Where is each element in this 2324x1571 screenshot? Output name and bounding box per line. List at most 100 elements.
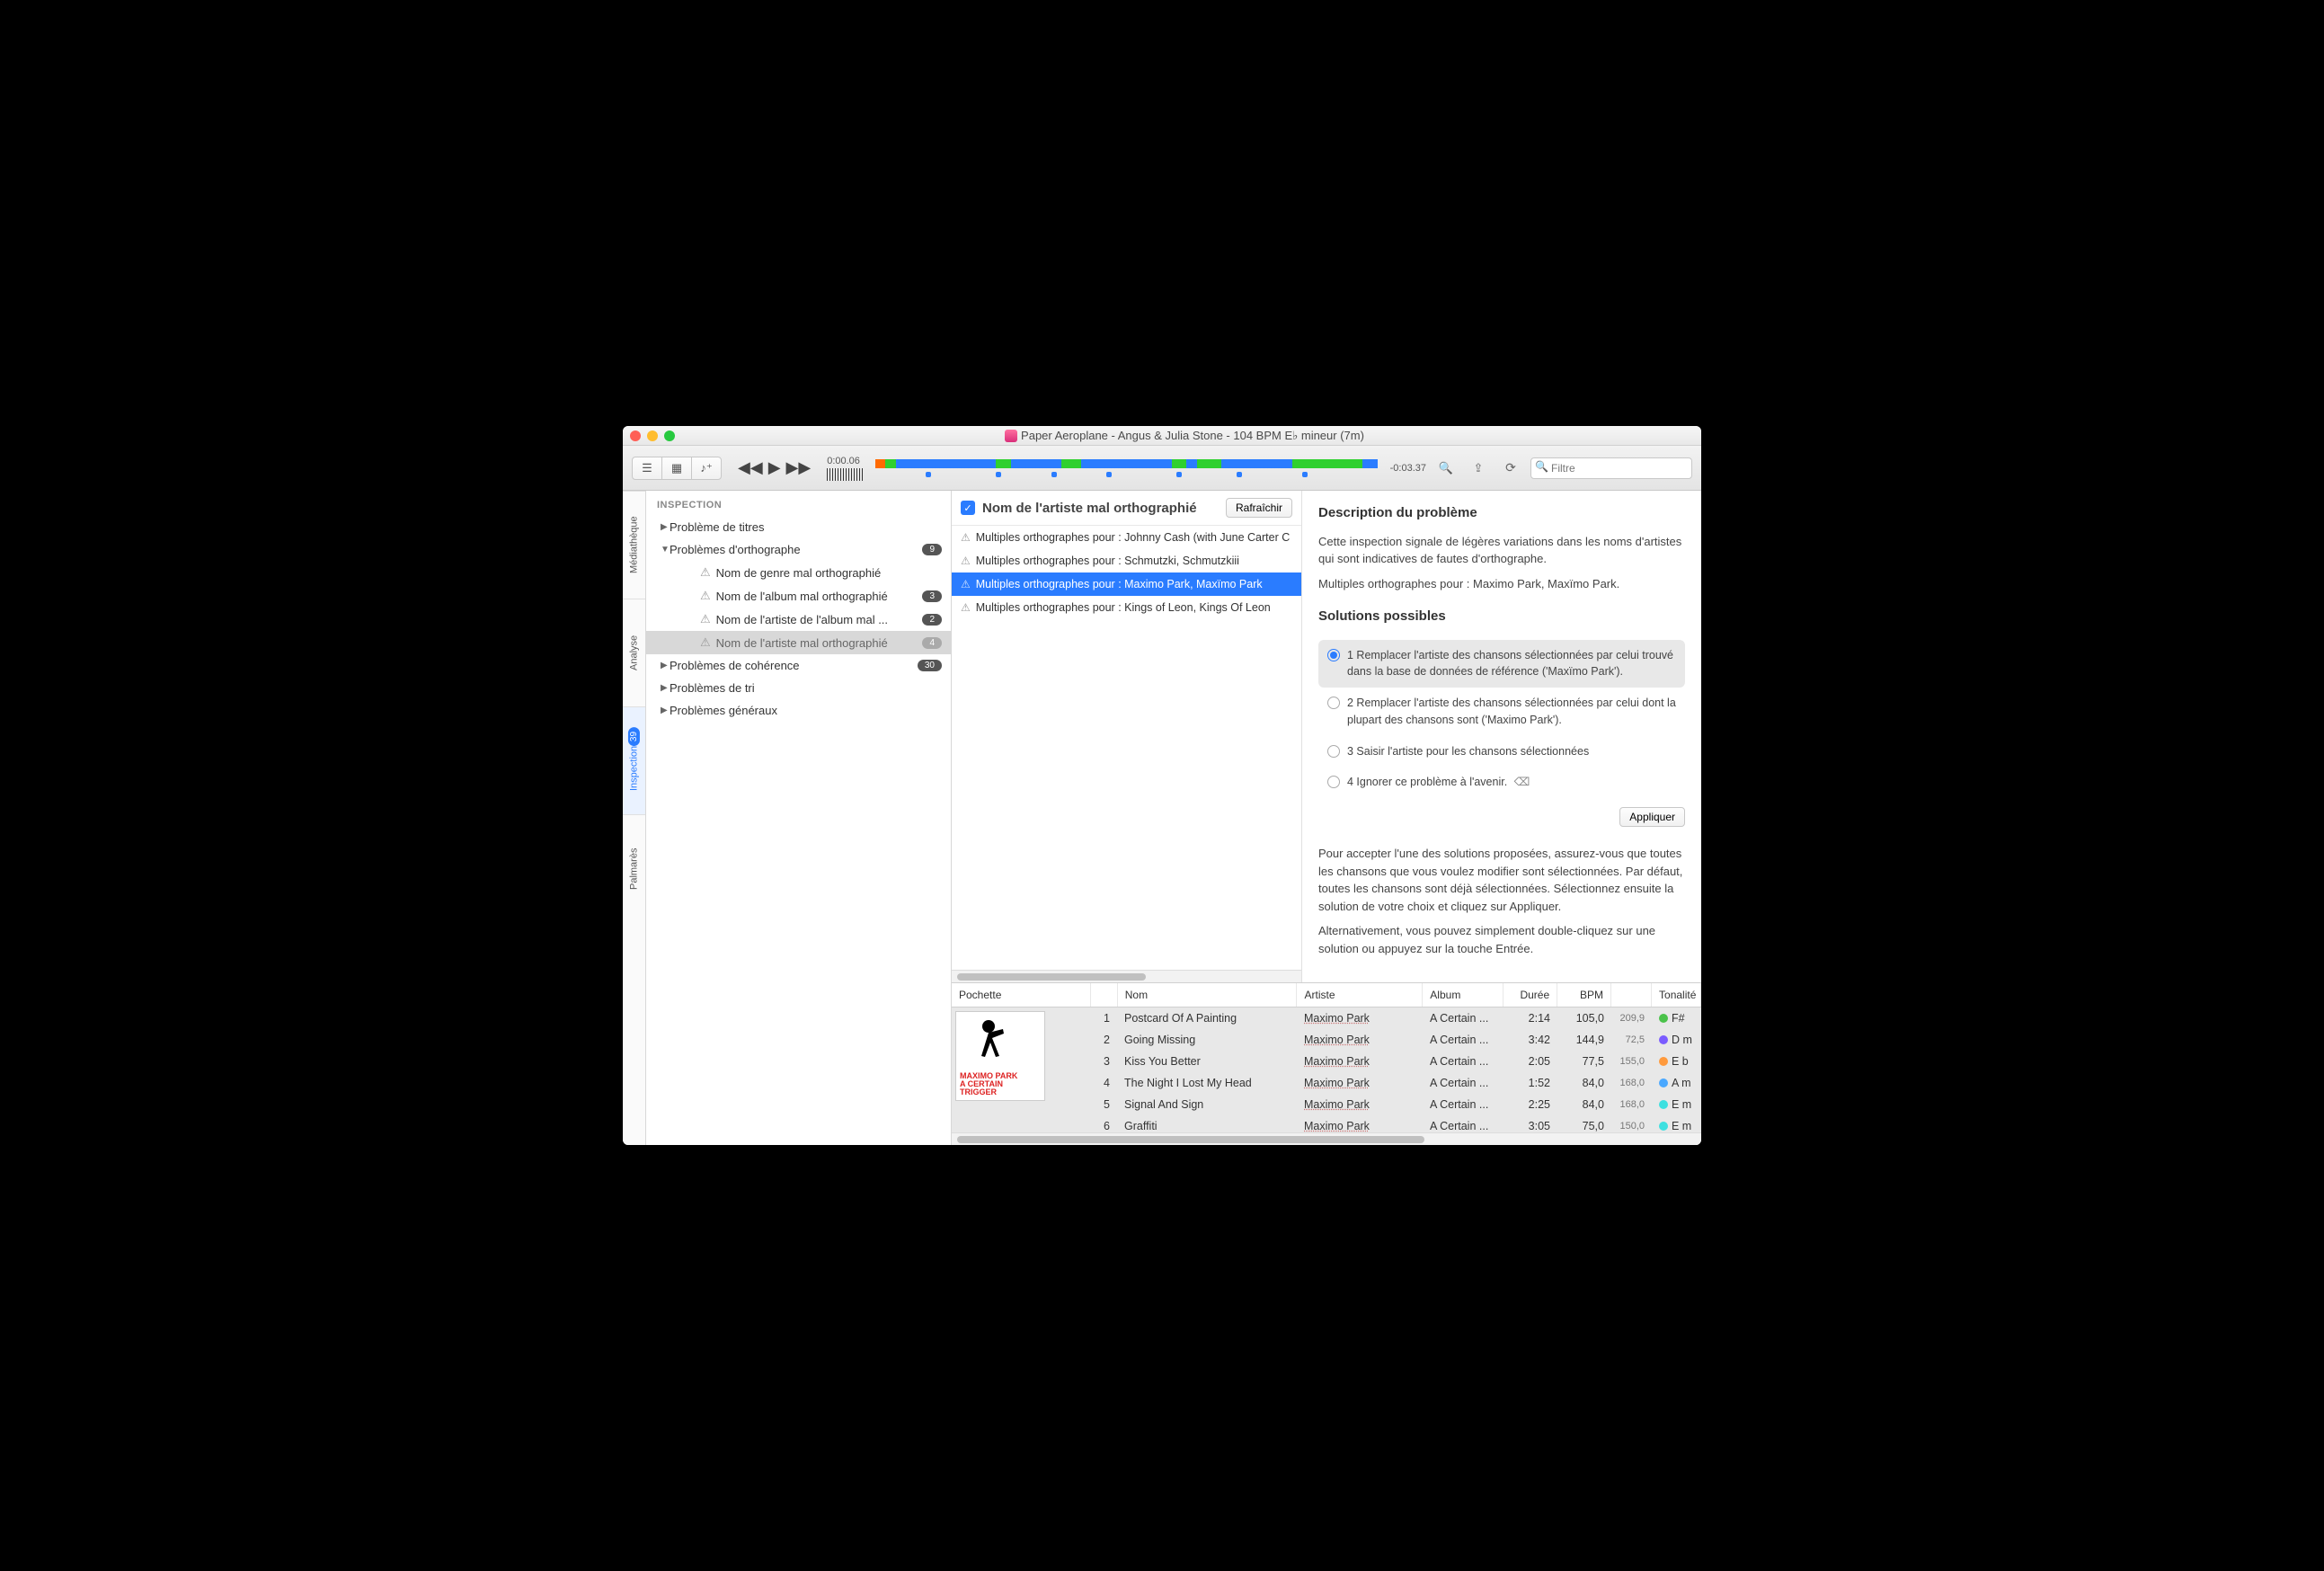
rail-tabs: MédiathèqueAnalyseInspection39Palmarès	[623, 491, 646, 1145]
table-header[interactable]: Pochette Nom Artiste Album Durée BPM Ton…	[952, 983, 1701, 1007]
artist-link[interactable]: Maximo Park	[1304, 1120, 1370, 1132]
issue-row[interactable]: ⚠Multiples orthographes pour : Johnny Ca…	[952, 526, 1301, 549]
rail-tab[interactable]: Médiathèque	[623, 491, 645, 599]
help-text-1: Pour accepter l'une des solutions propos…	[1318, 845, 1685, 915]
prev-button[interactable]: ◀◀	[738, 458, 763, 477]
key-color-icon	[1659, 1078, 1668, 1087]
rail-tab[interactable]: Palmarès	[623, 814, 645, 922]
sidebar-item[interactable]: ▼Problèmes d'orthographe9	[646, 538, 951, 561]
radio-icon	[1327, 697, 1340, 709]
solution-option[interactable]: 1 Remplacer l'artiste des chansons sélec…	[1318, 640, 1685, 688]
loop-icon[interactable]: ⟳	[1498, 457, 1523, 479]
artist-link[interactable]: Maximo Park	[1304, 1034, 1370, 1046]
key-color-icon	[1659, 1035, 1668, 1044]
radio-icon	[1327, 649, 1340, 661]
warning-icon: ⚠	[700, 612, 711, 626]
share-icon[interactable]: ⇪	[1466, 457, 1491, 479]
warning-icon: ⚠	[961, 531, 971, 544]
table-row[interactable]: 6GraffitiMaximo ParkA Certain ...3:0575,…	[1090, 1115, 1701, 1132]
rail-tab[interactable]: Analyse	[623, 599, 645, 706]
table-row[interactable]: 5Signal And SignMaximo ParkA Certain ...…	[1090, 1094, 1701, 1115]
solution-option[interactable]: 4 Ignorer ce problème à l'avenir. ⌫	[1318, 767, 1685, 798]
artist-link[interactable]: Maximo Park	[1304, 1055, 1370, 1068]
next-button[interactable]: ▶▶	[786, 458, 812, 477]
playback-controls: ◀◀ ▶ ▶▶	[738, 458, 811, 477]
solution-option[interactable]: 3 Saisir l'artiste pour les chansons sél…	[1318, 736, 1685, 768]
col-cover[interactable]: Pochette	[952, 983, 1091, 1007]
key-color-icon	[1659, 1014, 1668, 1023]
titlebar[interactable]: Paper Aeroplane - Angus & Julia Stone - …	[623, 426, 1701, 446]
table-scrollbar[interactable]	[952, 1132, 1701, 1145]
artist-link[interactable]: Maximo Park	[1304, 1077, 1370, 1089]
issues-scrollbar[interactable]	[952, 970, 1301, 982]
issue-row[interactable]: ⚠Multiples orthographes pour : Kings of …	[952, 596, 1301, 619]
warning-icon: ⚠	[700, 589, 711, 603]
chevron-icon: ▶	[661, 706, 670, 715]
view-list-button[interactable]: ☰	[632, 457, 662, 480]
solution-option[interactable]: 2 Remplacer l'artiste des chansons sélec…	[1318, 688, 1685, 736]
warning-icon: ⚠	[700, 565, 711, 580]
toolbar: ☰ ▦ ♪⁺ ◀◀ ▶ ▶▶ 0:00.06 -0:03.37 🔍 ⇪ ⟳	[623, 446, 1701, 491]
sidebar-item-label: Nom de l'album mal orthographié	[716, 590, 923, 603]
sidebar-item[interactable]: ⚠Nom de l'artiste mal orthographié4	[646, 631, 951, 654]
minimize-icon[interactable]	[647, 430, 658, 441]
sidebar-item-label: Problèmes généraux	[670, 704, 942, 717]
sidebar-item[interactable]: ⚠ Nom de l'album mal orthographié3	[646, 584, 951, 608]
col-album[interactable]: Album	[1423, 983, 1504, 1007]
sidebar-header: INSPECTION	[646, 491, 951, 516]
rail-tab[interactable]: Inspection39	[623, 706, 645, 814]
key-color-icon	[1659, 1057, 1668, 1066]
table-row[interactable]: 2Going MissingMaximo ParkA Certain ...3:…	[1090, 1029, 1701, 1051]
loupe-icon[interactable]: 🔍	[1433, 457, 1459, 479]
warning-icon: ⚠	[961, 601, 971, 614]
count-badge: 3	[922, 590, 942, 602]
sidebar-item[interactable]: ▶Problèmes de tri	[646, 677, 951, 699]
chevron-icon: ▼	[661, 545, 670, 555]
time-remaining: -0:03.37	[1390, 463, 1426, 474]
progress-bar[interactable]	[875, 459, 1377, 477]
apply-button[interactable]: Appliquer	[1619, 807, 1685, 827]
sidebar-item-label: Problèmes de cohérence	[670, 659, 918, 672]
view-music-button[interactable]: ♪⁺	[691, 457, 722, 480]
col-duration[interactable]: Durée	[1504, 983, 1557, 1007]
close-icon[interactable]	[630, 430, 641, 441]
refresh-button[interactable]: Rafraîchir	[1226, 498, 1292, 518]
zoom-icon[interactable]	[664, 430, 675, 441]
sidebar-item[interactable]: ▶Problèmes de cohérence30	[646, 654, 951, 677]
artist-link[interactable]: Maximo Park	[1304, 1012, 1370, 1025]
issue-title: Nom de l'artiste mal orthographié	[982, 501, 1197, 516]
sidebar-item[interactable]: ▶Problèmes généraux	[646, 699, 951, 722]
issue-row[interactable]: ⚠Multiples orthographes pour : Maximo Pa…	[952, 572, 1301, 596]
songs-table: Pochette Nom Artiste Album Durée BPM Ton…	[952, 983, 1701, 1145]
sidebar-item-label: Nom de genre mal orthographié	[716, 566, 942, 580]
artist-link[interactable]: Maximo Park	[1304, 1098, 1370, 1111]
view-grid-button[interactable]: ▦	[661, 457, 692, 480]
sidebar-item[interactable]: ▶Problème de titres	[646, 516, 951, 538]
sidebar-item[interactable]: ⚠ Nom de genre mal orthographié	[646, 561, 951, 584]
play-button[interactable]: ▶	[768, 458, 781, 477]
app-window: Paper Aeroplane - Angus & Julia Stone - …	[623, 426, 1701, 1145]
warning-icon: ⚠	[961, 555, 971, 567]
col-key[interactable]: Tonalité	[1652, 983, 1701, 1007]
count-badge: 9	[922, 544, 942, 555]
table-row[interactable]: 4The Night I Lost My HeadMaximo ParkA Ce…	[1090, 1072, 1701, 1094]
issue-row[interactable]: ⚠Multiples orthographes pour : Schmutzki…	[952, 549, 1301, 572]
radio-icon	[1327, 745, 1340, 758]
chevron-icon: ▶	[661, 683, 670, 693]
window-title: Paper Aeroplane - Angus & Julia Stone - …	[675, 429, 1694, 443]
search-field[interactable]	[1530, 457, 1692, 479]
delete-icon: ⌫	[1511, 776, 1530, 788]
table-row[interactable]: 1Postcard Of A PaintingMaximo ParkA Cert…	[1090, 1007, 1701, 1029]
album-cover[interactable]: MAXIMO PARK A CERTAIN TRIGGER	[955, 1011, 1045, 1101]
col-name[interactable]: Nom	[1118, 983, 1298, 1007]
col-bpm[interactable]: BPM	[1557, 983, 1611, 1007]
radio-icon	[1327, 776, 1340, 788]
help-text-2: Alternativement, vous pouvez simplement …	[1318, 922, 1685, 957]
search-input[interactable]	[1530, 457, 1692, 479]
warning-icon: ⚠	[700, 635, 711, 650]
table-row[interactable]: 3Kiss You BetterMaximo ParkA Certain ...…	[1090, 1051, 1701, 1072]
checkbox-icon[interactable]: ✓	[961, 501, 975, 515]
sidebar-item[interactable]: ⚠Nom de l'artiste de l'album mal ...2	[646, 608, 951, 631]
col-artist[interactable]: Artiste	[1297, 983, 1423, 1007]
app-icon	[1005, 430, 1017, 442]
